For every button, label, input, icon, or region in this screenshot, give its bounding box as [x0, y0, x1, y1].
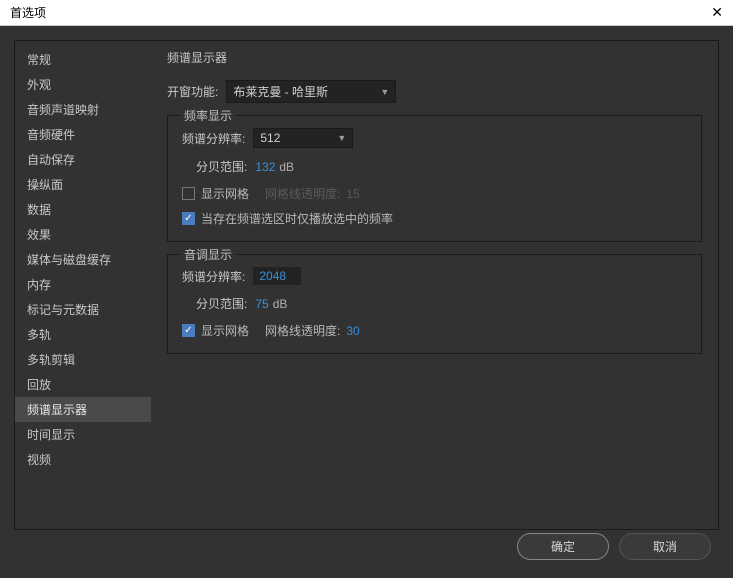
inner-border: 常规 外观 音频声道映射 音频硬件 自动保存 操纵面 数据 效果 媒体与磁盘缓存…	[14, 40, 719, 530]
sidebar-item-appearance[interactable]: 外观	[15, 72, 151, 97]
sidebar-item-time-display[interactable]: 时间显示	[15, 422, 151, 447]
sidebar-item-effects[interactable]: 效果	[15, 222, 151, 247]
pitch-resolution-row: 频谱分辨率: 2048	[182, 267, 687, 285]
cancel-button[interactable]: 取消	[619, 533, 711, 560]
titlebar: 首选项 ✕	[0, 0, 733, 26]
pitch-db-label: 分贝范围:	[196, 295, 247, 312]
sidebar-item-audio-channel[interactable]: 音频声道映射	[15, 97, 151, 122]
close-icon[interactable]: ✕	[711, 4, 723, 21]
sidebar-item-spectral-display[interactable]: 频谱显示器	[15, 397, 151, 422]
pitch-show-grid-label: 显示网格	[201, 322, 249, 339]
dialog-body: 常规 外观 音频声道映射 音频硬件 自动保存 操纵面 数据 效果 媒体与磁盘缓存…	[0, 26, 733, 578]
pitch-show-grid-checkbox[interactable]: ✓	[182, 324, 195, 337]
freq-resolution-value: 512	[260, 131, 280, 145]
freq-db-label: 分贝范围:	[196, 158, 247, 175]
window-function-label: 开窗功能:	[167, 83, 218, 100]
freq-resolution-label: 频谱分辨率:	[182, 130, 245, 147]
frequency-group-title: 频率显示	[180, 107, 236, 124]
window-function-value: 布莱克曼 - 哈里斯	[233, 83, 328, 100]
sidebar-item-media-cache[interactable]: 媒体与磁盘缓存	[15, 247, 151, 272]
freq-only-selection-checkbox[interactable]: ✓	[182, 212, 195, 225]
dialog-title: 首选项	[10, 4, 46, 21]
freq-grid-opacity-value: 15	[346, 187, 359, 201]
sidebar-item-autosave[interactable]: 自动保存	[15, 147, 151, 172]
chevron-down-icon: ▼	[380, 87, 389, 97]
frequency-group: 频率显示 频谱分辨率: 512 ▼ 分贝范围: 132 dB 显示网格 网格	[167, 115, 702, 242]
freq-db-row: 分贝范围: 132 dB	[196, 158, 687, 175]
freq-resolution-select[interactable]: 512 ▼	[253, 128, 353, 148]
pitch-group: 音调显示 频谱分辨率: 2048 分贝范围: 75 dB ✓ 显示网格 网格线透…	[167, 254, 702, 354]
sidebar-item-audio-hardware[interactable]: 音频硬件	[15, 122, 151, 147]
sidebar-item-multitrack[interactable]: 多轨	[15, 322, 151, 347]
sidebar-item-memory[interactable]: 内存	[15, 272, 151, 297]
pitch-grid-opacity-label: 网格线透明度:	[265, 322, 340, 339]
window-function-select[interactable]: 布莱克曼 - 哈里斯 ▼	[226, 80, 396, 103]
pitch-db-value[interactable]: 75	[255, 297, 268, 311]
pitch-group-title: 音调显示	[180, 246, 236, 263]
section-heading: 频谱显示器	[167, 49, 702, 66]
sidebar-item-playback[interactable]: 回放	[15, 372, 151, 397]
pitch-resolution-input[interactable]: 2048	[253, 267, 301, 285]
sidebar-item-general[interactable]: 常规	[15, 47, 151, 72]
freq-resolution-row: 频谱分辨率: 512 ▼	[182, 128, 687, 148]
ok-button[interactable]: 确定	[517, 533, 609, 560]
pitch-resolution-label: 频谱分辨率:	[182, 268, 245, 285]
sidebar: 常规 外观 音频声道映射 音频硬件 自动保存 操纵面 数据 效果 媒体与磁盘缓存…	[15, 41, 151, 529]
freq-db-unit: dB	[279, 160, 294, 174]
freq-only-selection-row: ✓ 当存在频谱选区时仅播放选中的频率	[182, 210, 687, 227]
dialog-footer: 确定 取消	[517, 533, 711, 560]
sidebar-item-control-surface[interactable]: 操纵面	[15, 172, 151, 197]
freq-show-grid-row: 显示网格 网格线透明度: 15	[182, 185, 687, 202]
pitch-db-row: 分贝范围: 75 dB	[196, 295, 687, 312]
pitch-grid-opacity-value[interactable]: 30	[346, 324, 359, 338]
chevron-down-icon: ▼	[337, 133, 346, 143]
pitch-db-unit: dB	[273, 297, 288, 311]
sidebar-item-data[interactable]: 数据	[15, 197, 151, 222]
freq-show-grid-label: 显示网格	[201, 185, 249, 202]
window-function-row: 开窗功能: 布莱克曼 - 哈里斯 ▼	[167, 80, 702, 103]
freq-only-selection-label: 当存在频谱选区时仅播放选中的频率	[201, 210, 393, 227]
sidebar-item-multitrack-clips[interactable]: 多轨剪辑	[15, 347, 151, 372]
sidebar-item-markers-metadata[interactable]: 标记与元数据	[15, 297, 151, 322]
pitch-show-grid-row: ✓ 显示网格 网格线透明度: 30	[182, 322, 687, 339]
sidebar-item-video[interactable]: 视频	[15, 447, 151, 472]
freq-show-grid-checkbox[interactable]	[182, 187, 195, 200]
content-panel: 频谱显示器 开窗功能: 布莱克曼 - 哈里斯 ▼ 频率显示 频谱分辨率: 512…	[151, 41, 718, 529]
freq-db-value[interactable]: 132	[255, 160, 275, 174]
freq-grid-opacity-label: 网格线透明度:	[265, 185, 340, 202]
